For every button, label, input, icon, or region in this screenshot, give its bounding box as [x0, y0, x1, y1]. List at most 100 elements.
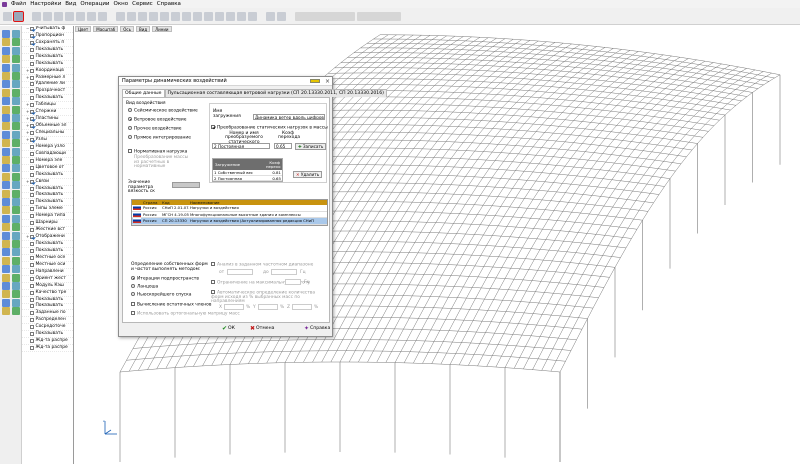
checkbox-icon[interactable]: [30, 297, 34, 302]
copy-icon[interactable]: [2, 198, 10, 206]
delete-icon[interactable]: [2, 223, 10, 232]
tree-item[interactable]: + Узлы: [22, 137, 73, 144]
dynamic-params-icon[interactable]: [13, 10, 24, 22]
tree-item[interactable]: + Координацв: [22, 68, 73, 75]
radio-lanczos[interactable]: Ланцоша: [131, 284, 158, 290]
add-load-button[interactable]: ✚ Записать: [295, 142, 327, 150]
checkbox-icon[interactable]: [30, 124, 34, 129]
expand-icon[interactable]: +: [26, 109, 29, 115]
tree-item[interactable]: Направлени: [22, 269, 73, 276]
expand-icon[interactable]: −: [26, 26, 29, 32]
table-row[interactable]: 2 Постоянная 0.65: [213, 175, 282, 181]
checkbox-icon[interactable]: [30, 33, 34, 38]
mirror-icon[interactable]: [2, 206, 10, 215]
support-icon[interactable]: [12, 248, 20, 257]
checkbox-icon[interactable]: [30, 186, 34, 191]
filter-icon[interactable]: [171, 11, 180, 21]
eraser-icon[interactable]: [12, 298, 20, 307]
pencil-icon[interactable]: [2, 97, 10, 106]
bar-icon[interactable]: [12, 307, 20, 316]
static-load-select[interactable]: 2 Постоянная: [212, 143, 270, 149]
pct-z-input[interactable]: [292, 304, 312, 310]
checkbox-icon[interactable]: [30, 89, 34, 94]
checkbox-icon[interactable]: [30, 75, 34, 80]
delete-icon[interactable]: [2, 290, 10, 299]
checkbox-icon[interactable]: [30, 61, 34, 66]
auto-forms-checkbox[interactable]: Автоматическое определение количества фо…: [211, 290, 321, 305]
tree-item[interactable]: Местные осе: [22, 255, 73, 262]
checkbox-icon[interactable]: [30, 131, 34, 136]
nodes-icon[interactable]: [32, 11, 41, 21]
plate-icon[interactable]: [2, 181, 10, 190]
checkbox-icon[interactable]: [30, 248, 34, 253]
freq-from-input[interactable]: [227, 269, 253, 275]
expand-icon[interactable]: +: [26, 234, 29, 240]
expand-icon[interactable]: +: [26, 130, 29, 136]
tree-item[interactable]: + Специальны: [22, 130, 73, 137]
tree-item[interactable]: Пропорцион: [22, 33, 73, 40]
move-icon[interactable]: [12, 63, 20, 72]
pan-icon[interactable]: [127, 11, 136, 21]
pencil-icon[interactable]: [2, 231, 10, 240]
move-icon[interactable]: [12, 265, 20, 274]
color-icon[interactable]: [215, 11, 224, 21]
menu-item[interactable]: Сервис: [132, 1, 153, 7]
merge-icon[interactable]: [12, 80, 20, 89]
bar-icon[interactable]: [12, 105, 20, 114]
checkbox-icon[interactable]: [30, 96, 34, 101]
expand-icon[interactable]: +: [26, 137, 29, 143]
checkbox-icon[interactable]: [30, 228, 34, 233]
pencil-icon[interactable]: [2, 298, 10, 307]
checkbox-icon[interactable]: [30, 103, 34, 108]
checkbox-icon[interactable]: [30, 193, 34, 198]
load-icon[interactable]: [2, 256, 10, 265]
tab-wind-pulsation[interactable]: Пульсационная составляющая ветровой нагр…: [164, 89, 387, 97]
select-tool-icon[interactable]: [3, 11, 12, 21]
normative-checkbox[interactable]: Нормативная нагрузка: [128, 149, 187, 155]
checkbox-icon[interactable]: [30, 325, 34, 330]
mirror-icon[interactable]: [2, 72, 10, 80]
radio-subspace[interactable]: Итерации подпространств: [131, 276, 199, 282]
checkbox-icon[interactable]: [30, 346, 34, 351]
node-icon[interactable]: [2, 38, 10, 47]
radio-steepest[interactable]: Ньюскорейшего спуска: [131, 292, 191, 298]
support-icon[interactable]: [12, 114, 20, 122]
mass-transform-checkbox[interactable]: Преобразование массы из расчетных в норм…: [134, 155, 194, 170]
loads-icon[interactable]: [65, 11, 74, 21]
tree-item[interactable]: Ориент жест: [22, 276, 73, 283]
combo-box-2[interactable]: [357, 11, 401, 21]
freq-range-checkbox[interactable]: Анализ в заданном частотном диапазоне: [211, 262, 313, 268]
menu-item[interactable]: Вид: [65, 1, 76, 7]
checkbox-icon[interactable]: [30, 276, 34, 281]
checkbox-icon[interactable]: [30, 110, 34, 115]
mirror-icon[interactable]: [2, 273, 10, 282]
zoom-icon[interactable]: [116, 11, 125, 21]
divide-icon[interactable]: [2, 282, 10, 290]
table-row[interactable]: Россия СП 20.13330 Нагрузки и воздействи…: [132, 218, 327, 225]
checkbox-icon[interactable]: [30, 200, 34, 205]
eraser-icon[interactable]: [12, 97, 20, 106]
tree-item[interactable]: Сохранять п: [22, 40, 73, 47]
supports-icon[interactable]: [54, 11, 63, 21]
tree-item[interactable]: Показывать: [22, 241, 73, 248]
pencil-icon[interactable]: [2, 164, 10, 173]
checkbox-icon[interactable]: [30, 47, 34, 52]
expand-icon[interactable]: +: [26, 75, 29, 81]
tree-item[interactable]: Показывать: [22, 61, 73, 68]
select-icon[interactable]: [12, 88, 20, 97]
checkbox-icon[interactable]: [30, 262, 34, 267]
check-icon[interactable]: [266, 11, 275, 21]
checkbox-icon[interactable]: [30, 179, 34, 184]
tree-item[interactable]: Качество тре: [22, 290, 73, 297]
checkbox-icon[interactable]: [30, 144, 34, 149]
plate-icon[interactable]: [2, 114, 10, 122]
support-icon[interactable]: [12, 181, 20, 190]
delete-icon[interactable]: [2, 88, 10, 97]
delete-icon[interactable]: [2, 156, 10, 164]
checkbox-icon[interactable]: [30, 283, 34, 288]
coef-input[interactable]: 0.65: [274, 143, 292, 149]
radio-wind[interactable]: Ветровое воздействие: [128, 117, 186, 123]
pick-icon[interactable]: [237, 11, 246, 21]
menu-item[interactable]: Настройки: [30, 1, 61, 7]
freq-to-input[interactable]: [271, 269, 297, 275]
